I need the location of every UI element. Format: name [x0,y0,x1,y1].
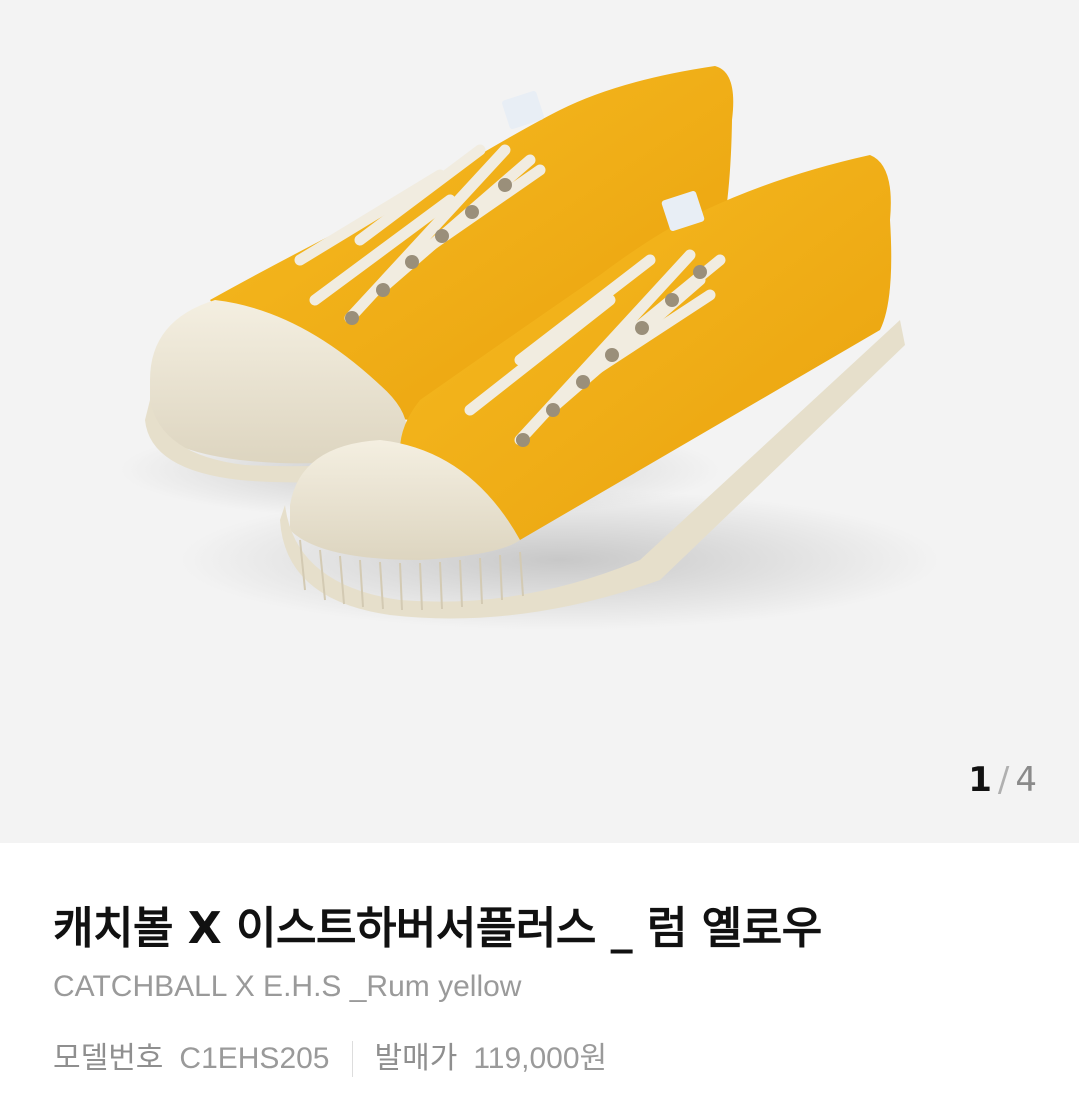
product-meta: 모델번호 C1EHS205 발매가 119,000원 [53,1039,1026,1079]
total-count: 4 [1015,760,1037,800]
product-subtitle: CATCHBALL X E.H.S _Rum yellow [53,970,522,1003]
product-image [120,66,940,630]
product-image-gallery[interactable]: 1/4 [0,0,1079,843]
model-number-label: 모델번호 [53,1041,164,1076]
current-index: 1 [968,760,992,800]
product-info: 캐치볼 X 이스트하버서플러스 _ 럼 옐로우 CATCHBALL X E.H.… [0,843,1079,1079]
release-price-label: 발매가 [374,1041,458,1076]
release-price-value: 119,000원 [473,1042,608,1075]
image-counter: 1/4 [968,760,1037,800]
product-title: 캐치볼 X 이스트하버서플러스 _ 럼 옐로우 [53,903,822,954]
counter-separator: / [997,760,1010,800]
meta-divider [351,1041,353,1077]
model-number-value: C1EHS205 [179,1042,330,1075]
